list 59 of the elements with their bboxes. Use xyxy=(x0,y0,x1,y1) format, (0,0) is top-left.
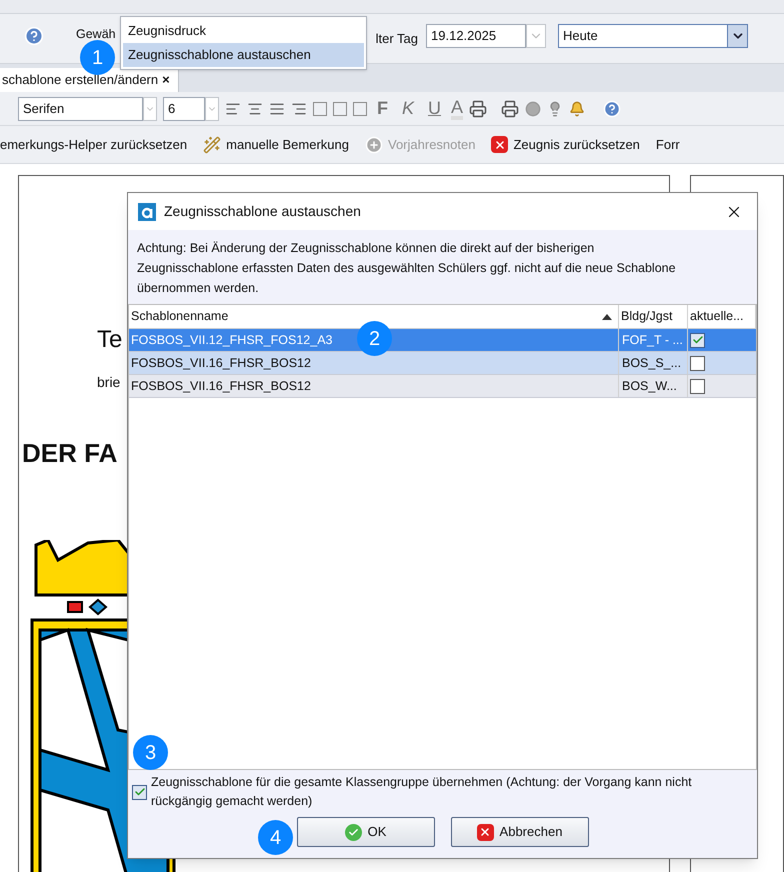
italic-button[interactable]: K xyxy=(402,95,414,122)
help-icon[interactable] xyxy=(24,26,44,46)
check-icon xyxy=(344,824,362,840)
document-text: brie xyxy=(97,373,120,392)
checkbox[interactable] xyxy=(690,332,705,348)
reset-icon xyxy=(491,136,508,153)
table-cell: BOS_W... xyxy=(619,375,688,397)
table-cell: BOS_S_... xyxy=(619,352,688,374)
checkmark-icon xyxy=(692,334,704,346)
date-field[interactable]: 19.12.2025 xyxy=(426,24,526,48)
wand-icon xyxy=(203,136,222,154)
action-button[interactable]: Zeugnis zurücksetzen xyxy=(491,134,640,154)
dialog-button[interactable]: Abbrechen xyxy=(450,817,588,847)
document-text: Te xyxy=(97,325,122,355)
day-select[interactable]: Heute xyxy=(558,24,748,48)
table-row[interactable]: FOSBOS_VII.16_FHSR_BOS12 BOS_S_... xyxy=(129,352,756,375)
cancel-icon xyxy=(476,824,494,840)
column-header[interactable]: aktuelle... xyxy=(688,305,756,328)
checkbox[interactable] xyxy=(690,378,705,394)
dialog-title: Zeugnisschablone austauschen xyxy=(164,202,362,221)
checkbox[interactable] xyxy=(690,356,705,370)
bell-icon[interactable] xyxy=(569,100,586,116)
checkbox[interactable] xyxy=(132,784,147,800)
menu-item[interactable]: Zeugnisdruck xyxy=(123,19,364,43)
document-heading: DER FA xyxy=(22,437,118,470)
align-justify-icon[interactable] xyxy=(269,100,285,116)
column-header[interactable]: Bldg/Jgst xyxy=(619,305,688,328)
help-icon[interactable] xyxy=(603,100,622,118)
printer-icon[interactable] xyxy=(469,100,488,118)
layout-icon[interactable] xyxy=(353,102,367,116)
layout-icon[interactable] xyxy=(313,102,327,116)
day-label: lter Tag xyxy=(376,30,418,48)
align-center-icon[interactable] xyxy=(247,100,263,116)
action-button[interactable]: emerkungs-Helper zurücksetzen xyxy=(0,134,188,154)
menu-item[interactable]: Zeugnisschablone austauschen xyxy=(123,43,364,67)
size-select[interactable]: 6 xyxy=(163,96,205,120)
app-logo-icon xyxy=(138,202,156,220)
checkbox-label: Zeugnisschablone für die gesamte Klassengruppe übernehmen (Achtung: der Vorgang kann nicht rückgängig gemacht werden) xyxy=(151,774,693,810)
table-cell: FOSBOS_VII.16_FHSR_BOS12 xyxy=(129,375,619,397)
document-tab[interactable]: schablone erstellen/ändern × xyxy=(0,68,179,92)
printer-icon[interactable] xyxy=(501,100,520,118)
text-color-button[interactable]: A xyxy=(451,98,464,120)
plus-icon xyxy=(365,136,383,154)
dialog-button[interactable]: OK xyxy=(296,817,434,847)
underline-button[interactable]: U xyxy=(428,95,442,122)
sort-icon xyxy=(602,314,612,320)
dropdown-button[interactable] xyxy=(727,25,748,47)
table-cell: FOF_T - ... xyxy=(619,329,688,351)
action-button[interactable]: Forr xyxy=(656,134,680,154)
warning-text: Achtung: Bei Änderung der Zeugnisschablone können die direkt auf der bisherigen Zeugnisschablone erfassten Daten des ausgewählten Schülers ggf. nicht auf die neue Schablone übernommen werden. xyxy=(137,240,677,297)
table-row[interactable]: FOSBOS_VII.16_FHSR_BOS12 BOS_W... xyxy=(129,375,756,398)
align-left-icon[interactable] xyxy=(225,100,241,116)
bold-button[interactable]: F xyxy=(377,95,388,122)
font-select[interactable]: Serifen xyxy=(18,96,143,120)
align-right-icon[interactable] xyxy=(291,100,307,116)
layout-icon[interactable] xyxy=(333,102,347,116)
checkmark-icon xyxy=(134,786,146,798)
action-button[interactable]: manuelle Bemerkung xyxy=(203,134,349,154)
chosen-label: Gewäh xyxy=(76,27,116,41)
